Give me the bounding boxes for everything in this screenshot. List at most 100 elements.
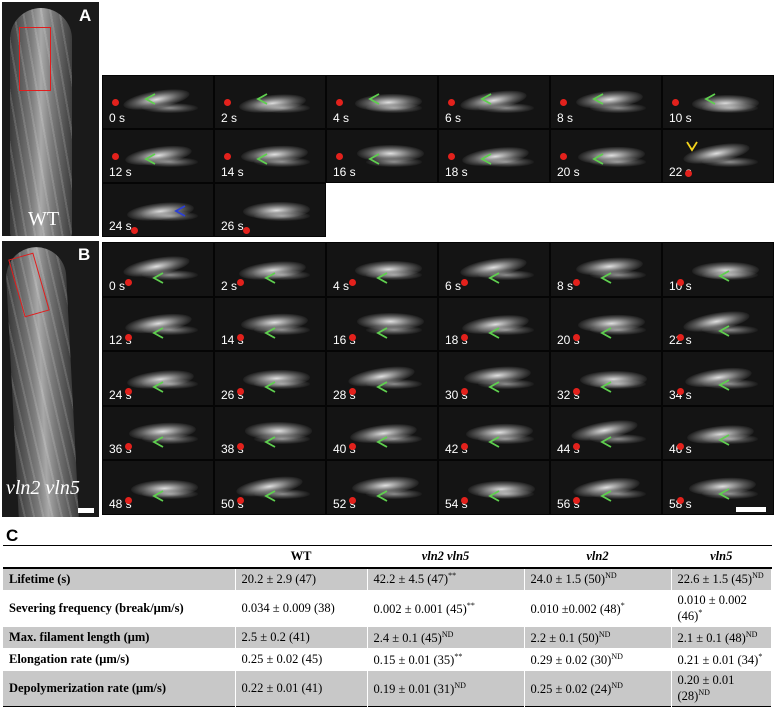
significance-mark: ND [745,629,758,639]
vln-genotype-label: vln2 vln5 [6,477,80,499]
significance-mark: * [698,608,703,617]
vln-frame: 16 s [326,296,438,352]
vln-frame: 8 s [550,242,662,297]
filament-end-marker [560,153,567,160]
green-arrow-icon [368,93,380,105]
header-vln5: vln5 [710,549,733,563]
cell-value: 0.29 ± 0.02 (30) [530,652,612,667]
wt-frame: 20 s [550,129,662,183]
wt-frame: 6 s [438,75,550,129]
wt-frame: 8 s [550,75,662,129]
table-cell: 2.5 ± 0.2 (41) [235,626,368,649]
vln-overview-image: B vln2 vln5 [2,241,99,517]
green-arrow-icon [152,381,164,393]
wt-frame: 2 s [214,75,326,129]
frame-time-label: 4 s [333,278,350,293]
actin-filament [142,211,199,221]
significance-mark: ND [752,571,764,581]
green-arrow-icon [376,381,388,393]
green-arrow-icon [256,153,268,165]
frame-time-label: 6 s [445,111,462,125]
wt-frame: 4 s [326,75,438,129]
vln-frame: 52 s [326,460,438,515]
significance-mark: ** [448,571,457,581]
filament-end-marker [125,279,132,286]
filament-end-marker [237,442,244,450]
vln-frame: 12 s [102,296,214,352]
frame-time-label: 2 s [221,111,238,125]
vln-frame: 56 s [550,460,662,515]
vln-frame: 42 s [438,405,550,461]
green-arrow-icon [152,490,164,503]
filament-end-marker [237,279,244,286]
panel-a-label: A [79,6,92,25]
cell-value: 0.010 ±0.002 (48) [530,601,621,616]
green-arrow-icon [264,490,276,503]
vln-frame: 28 s [326,351,438,406]
filament-end-marker [237,333,244,341]
green-arrow-icon [264,436,276,448]
vln-frame: 32 s [550,351,662,406]
vln-frame: 40 s [326,405,438,461]
green-arrow-icon [144,93,156,105]
row-label: Depolymerization rate (μm/s) [3,670,236,707]
wt-frame: 26 s [214,183,326,237]
actin-filament [702,157,759,167]
table-cell: 2.1 ± 0.1 (48)ND [671,626,772,649]
significance-mark: ND [611,680,623,690]
table-cell: 42.2 ± 4.5 (47)** [367,568,525,591]
cell-value: 24.0 ± 1.5 (50) [530,572,606,587]
cell-value: 2.5 ± 0.2 (41) [241,630,310,645]
filament-end-marker [349,333,356,341]
yellow-arrow-icon [686,141,698,152]
frame-time-label: 12 s [109,165,132,179]
green-arrow-icon [264,381,276,393]
frame-time-label: 2 s [221,278,238,293]
wt-frame: 24 s [102,183,214,237]
table-row: Elongation rate (μm/s) 0.25 ± 0.02 (45) 0.… [3,648,772,671]
vln-frame: 6 s [438,242,550,297]
filament-end-marker [224,99,231,106]
header-blank [3,546,235,569]
filament-end-marker [677,279,684,286]
wt-frame: 12 s [102,129,214,183]
cell-value: 0.034 ± 0.009 (38) [241,601,335,616]
table-row: Depolymerization rate (μm/s) 0.22 ± 0.01 … [3,670,772,707]
filament-end-marker [125,442,132,450]
panel-b-label: B [78,245,91,264]
green-arrow-icon [600,490,612,503]
cell-value: 22.6 ± 1.5 (45) [677,572,753,587]
filament-end-marker [448,99,455,106]
vln-frame: 34 s [662,351,774,406]
table-cell: 22.6 ± 1.5 (45)ND [671,568,772,591]
green-arrow-icon [600,326,612,339]
filament-end-marker [672,99,679,106]
green-arrow-icon [600,272,612,284]
filament-end-marker [461,279,468,286]
wt-frame: 14 s [214,129,326,183]
significance-mark: ** [454,651,463,661]
significance-mark: ND [454,680,466,690]
table-cell: 0.25 ± 0.02 (24)ND [524,670,672,707]
frame-time-label: 18 s [445,165,468,179]
wt-frame: 18 s [438,129,550,183]
cell-value: 0.25 ± 0.02 (45) [241,652,323,667]
vln-frame: 48 s [102,460,214,515]
green-arrow-icon [152,436,164,448]
filament-end-marker [336,153,343,160]
filament-end-marker [560,99,567,106]
green-arrow-icon [718,270,730,282]
table-cell: 0.20 ± 0.01 (28)ND [671,670,772,707]
green-arrow-icon [264,326,276,339]
green-arrow-icon [592,93,604,105]
frame-time-label: 4 s [333,111,350,125]
wt-frame: 10 s [662,75,774,129]
cell-value: 2.1 ± 0.1 (48) [677,630,746,645]
significance-mark: ND [611,651,623,661]
wt-frame: 22 s [662,129,774,183]
frame-time-label: 0 s [109,111,126,125]
vln-frame: 30 s [438,351,550,406]
green-arrow-icon [376,490,388,503]
vln-frame: 20 s [550,296,662,352]
green-arrow-icon [256,93,268,105]
